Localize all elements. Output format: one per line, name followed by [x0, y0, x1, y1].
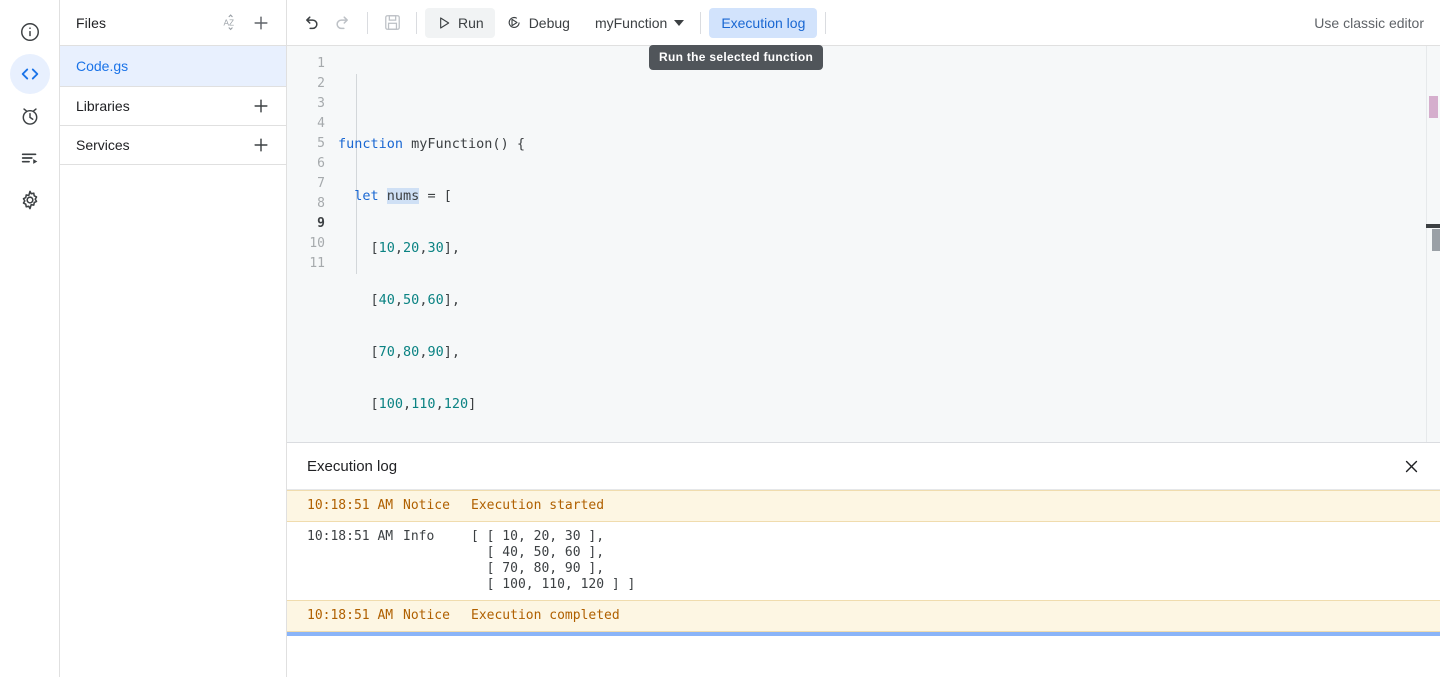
use-classic-editor-link[interactable]: Use classic editor	[1314, 15, 1430, 31]
function-select-value: myFunction	[595, 15, 667, 31]
toolbar-divider-3	[700, 12, 701, 34]
code-line-2: let nums = [	[333, 186, 1440, 206]
execution-log-button[interactable]: Execution log	[709, 8, 817, 38]
function-select[interactable]: myFunction	[585, 8, 692, 38]
editor-vertical-scrollbar[interactable]	[1432, 229, 1440, 251]
log-time: 10:18:51 AM	[307, 498, 403, 514]
run-button-label: Run	[458, 15, 484, 31]
add-library-icon[interactable]	[248, 93, 274, 119]
execution-progress-bar	[287, 632, 1440, 636]
line-number: 8	[287, 194, 333, 214]
run-button[interactable]: Run	[425, 8, 495, 38]
log-row: 10:18:51 AM Notice Execution completed	[287, 600, 1440, 632]
line-number-active: 9	[287, 214, 333, 234]
log-level: Info	[403, 529, 471, 593]
section-libraries[interactable]: Libraries	[60, 87, 286, 126]
toolbar-divider-4	[825, 12, 826, 34]
log-time: 10:18:51 AM	[307, 529, 403, 593]
main-area: Run Debug myFunction Execution log Use c…	[287, 0, 1440, 677]
code-content[interactable]: function myFunction() { let nums = [ [10…	[333, 46, 1440, 442]
add-service-icon[interactable]	[248, 132, 274, 158]
add-file-icon[interactable]	[248, 10, 274, 36]
line-number: 1	[287, 54, 333, 74]
line-number: 3	[287, 94, 333, 114]
scrollbar-top-marker	[1426, 224, 1440, 228]
execution-log-rows: 10:18:51 AM Notice Execution started 10:…	[287, 489, 1440, 677]
code-line-5: [70,80,90],	[333, 342, 1440, 362]
minimap-occurrence-marker	[1429, 96, 1438, 118]
code-line-1: function myFunction() {	[333, 134, 1440, 154]
line-number: 7	[287, 174, 333, 194]
indent-guide	[356, 74, 357, 234]
svg-text:AZ: AZ	[224, 18, 235, 27]
log-time: 10:18:51 AM	[307, 608, 403, 624]
save-icon[interactable]	[376, 7, 408, 39]
editor-minimap[interactable]	[1426, 46, 1440, 443]
triggers-icon[interactable]	[10, 96, 50, 136]
line-number: 4	[287, 114, 333, 134]
selected-token: nums	[387, 188, 420, 204]
files-panel-header: Files AZ	[60, 0, 286, 46]
section-services[interactable]: Services	[60, 126, 286, 165]
file-item-code-gs[interactable]: Code.gs	[60, 46, 286, 87]
code-line-4: [40,50,60],	[333, 290, 1440, 310]
log-level: Notice	[403, 498, 471, 514]
line-number: 10	[287, 234, 333, 254]
execution-log-panel: Execution log 10:18:51 AM Notice Executi…	[287, 443, 1440, 677]
execution-log-title: Execution log	[307, 458, 1396, 475]
sort-az-icon[interactable]: AZ	[218, 10, 244, 36]
code-editor[interactable]: 1 2 3 4 5 6 7 8 9 10 11 function myFunct…	[287, 46, 1440, 443]
line-number: 2	[287, 74, 333, 94]
log-message: [ [ 10, 20, 30 ], [ 40, 50, 60 ], [ 70, …	[471, 529, 1440, 593]
run-tooltip: Run the selected function	[649, 45, 823, 70]
line-number: 11	[287, 254, 333, 274]
apps-script-editor: Files AZ Code.gs Libraries	[0, 0, 1440, 677]
debug-button[interactable]: Debug	[495, 8, 581, 38]
toolbar-divider-2	[416, 12, 417, 34]
close-icon[interactable]	[1396, 451, 1426, 481]
log-message: Execution completed	[471, 608, 1440, 624]
overview-icon[interactable]	[10, 12, 50, 52]
line-number: 5	[287, 134, 333, 154]
line-number-gutter: 1 2 3 4 5 6 7 8 9 10 11	[287, 46, 333, 442]
redo-icon[interactable]	[327, 7, 359, 39]
code-line-6: [100,110,120]	[333, 394, 1440, 414]
line-number: 6	[287, 154, 333, 174]
files-panel: Files AZ Code.gs Libraries	[60, 0, 287, 677]
debug-button-label: Debug	[529, 15, 570, 31]
log-row: 10:18:51 AM Info [ [ 10, 20, 30 ], [ 40,…	[287, 522, 1440, 600]
files-title: Files	[76, 15, 214, 31]
undo-icon[interactable]	[295, 7, 327, 39]
editor-toolbar: Run Debug myFunction Execution log Use c…	[287, 0, 1440, 46]
file-item-label: Code.gs	[76, 58, 128, 74]
section-label-libraries: Libraries	[76, 98, 244, 114]
executions-icon[interactable]	[10, 138, 50, 178]
execution-log-button-label: Execution log	[721, 15, 805, 31]
toolbar-divider-1	[367, 12, 368, 34]
code-line-3: [10,20,30],	[333, 238, 1440, 258]
settings-icon[interactable]	[10, 180, 50, 220]
editor-icon[interactable]	[10, 54, 50, 94]
left-nav-rail	[0, 0, 60, 677]
chevron-down-icon	[674, 20, 684, 26]
log-level: Notice	[403, 608, 471, 624]
log-message: Execution started	[471, 498, 1440, 514]
log-row: 10:18:51 AM Notice Execution started	[287, 490, 1440, 522]
section-label-services: Services	[76, 137, 244, 153]
execution-log-header: Execution log	[287, 443, 1440, 489]
